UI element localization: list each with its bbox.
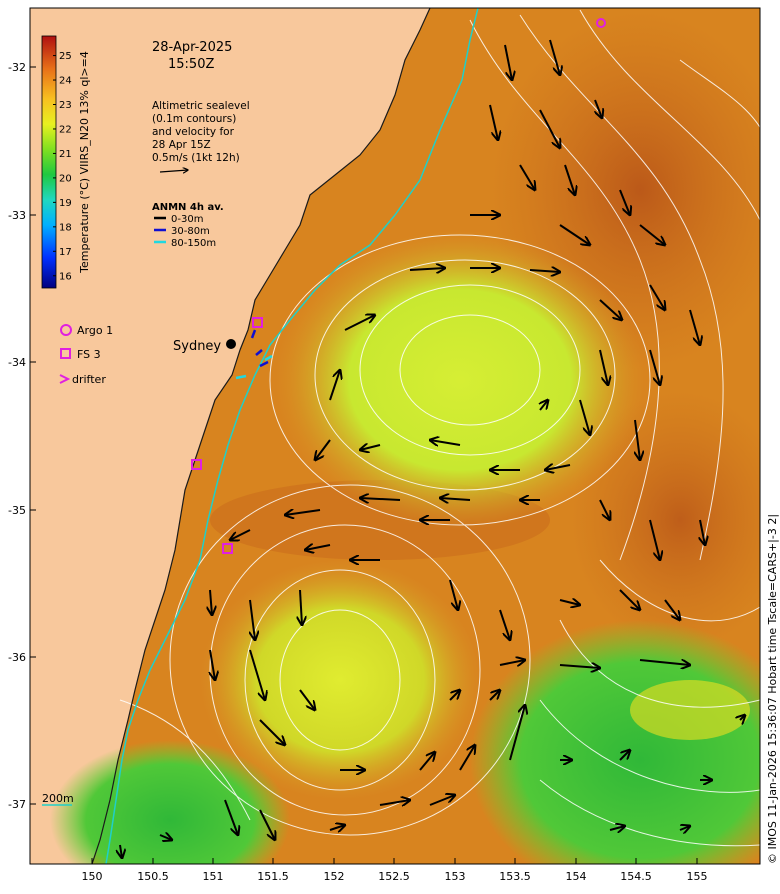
colorbar-tick-label: 23 [59, 100, 72, 111]
colorbar-tick-label: 19 [59, 198, 72, 209]
y-tick-label: -34 [8, 356, 26, 369]
sst-map: -32 -33 -34 -35 -36 -37 150 150.5 151 15… [8, 7, 779, 883]
x-tick-label: 151.5 [257, 870, 289, 883]
x-tick-label: 153.5 [499, 870, 531, 883]
legend-label: FS 3 [77, 348, 101, 361]
info-line: 28 Apr 15Z [152, 139, 211, 151]
colorbar-tick-label: 25 [59, 51, 72, 62]
isobath-label: 200m [42, 792, 74, 805]
city-label: Sydney [173, 339, 221, 354]
y-tick-label: -35 [8, 504, 26, 517]
x-tick-label: 151 [203, 870, 224, 883]
colorbar-tick-label: 18 [59, 222, 72, 233]
anmn-label: 0-30m [171, 214, 203, 225]
x-tick-label: 152.5 [378, 870, 410, 883]
anmn-label: 30-80m [171, 226, 210, 237]
colorbar-label: Temperature (°C) VIIRS_N20 13% ql>=4 [78, 51, 91, 274]
x-tick-label: 155 [687, 870, 708, 883]
info-line: 0.5m/s (1kt 12h) [152, 152, 240, 164]
legend-label: Argo 1 [77, 324, 113, 337]
colorbar-tick-label: 22 [59, 124, 72, 135]
map-time: 15:50Z [168, 57, 214, 72]
anmn-label: 80-150m [171, 238, 216, 249]
colorbar-gradient [41, 35, 57, 289]
sydney-marker [226, 339, 236, 349]
colorbar-tick-label: 17 [59, 247, 72, 258]
info-line: and velocity for [152, 126, 235, 138]
y-tick-label: -33 [8, 209, 26, 222]
info-line: Altimetric sealevel [152, 100, 250, 112]
x-tick-label: 154 [566, 870, 587, 883]
colorbar-tick-label: 16 [59, 271, 72, 282]
x-tick-label: 152 [324, 870, 345, 883]
y-tick-label: -36 [8, 651, 26, 664]
credit-text: © IMOS 11-Jan-2026 15:36:07 Hobart time … [766, 514, 779, 864]
legend-label: drifter [72, 373, 106, 386]
x-tick-label: 150 [82, 870, 103, 883]
y-tick-label: -32 [8, 61, 26, 74]
anmn-title: ANMN 4h av. [152, 202, 224, 213]
colorbar-tick-label: 21 [59, 149, 72, 160]
colorbar-tick-label: 20 [59, 173, 72, 184]
info-line: (0.1m contours) [152, 113, 236, 125]
x-tick-label: 150.5 [137, 870, 169, 883]
colorbar-tick-label: 24 [59, 76, 72, 87]
map-figure: -32 -33 -34 -35 -36 -37 150 150.5 151 15… [0, 0, 780, 890]
x-tick-label: 154.5 [620, 870, 652, 883]
y-tick-label: -37 [8, 798, 26, 811]
map-date: 28-Apr-2025 [152, 40, 232, 55]
x-tick-label: 153 [445, 870, 466, 883]
